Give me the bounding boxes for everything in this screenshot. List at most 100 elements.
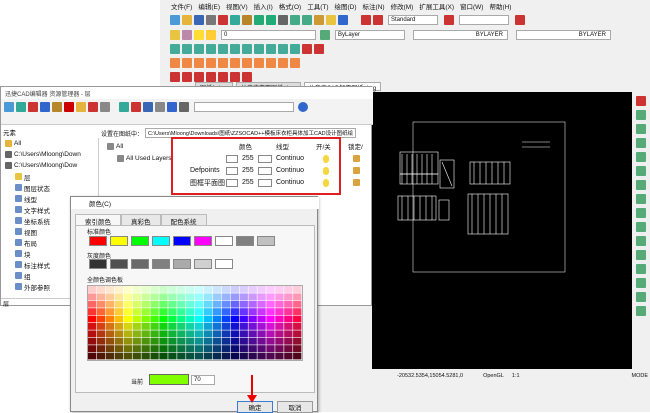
palette-cell[interactable]: [266, 286, 274, 293]
palette-cell[interactable]: [240, 301, 248, 308]
palette-cell[interactable]: [159, 316, 167, 323]
circle-icon[interactable]: [218, 44, 228, 54]
delete-icon[interactable]: [64, 102, 74, 112]
gray-color-swatch[interactable]: [215, 259, 233, 269]
palette-cell[interactable]: [115, 323, 123, 330]
palette-cell[interactable]: [266, 316, 274, 323]
palette-cell[interactable]: [266, 353, 274, 360]
palette-cell[interactable]: [97, 323, 105, 330]
arc-icon[interactable]: [230, 44, 240, 54]
palette-cell[interactable]: [142, 330, 150, 337]
dim-linear-icon[interactable]: [302, 44, 312, 54]
gray-color-swatch[interactable]: [89, 259, 107, 269]
table-icon-2[interactable]: [290, 44, 300, 54]
palette-cell[interactable]: [266, 301, 274, 308]
layer-icon[interactable]: [326, 15, 336, 25]
full-palette[interactable]: [87, 285, 303, 361]
palette-cell[interactable]: [177, 316, 185, 323]
palette-cell[interactable]: [115, 293, 123, 300]
palette-cell[interactable]: [249, 301, 257, 308]
palette-cell[interactable]: [97, 286, 105, 293]
palette-cell[interactable]: [275, 345, 283, 352]
palette-cell[interactable]: [257, 301, 265, 308]
palette-cell[interactable]: [150, 286, 158, 293]
palette-cell[interactable]: [240, 316, 248, 323]
menu-item-10[interactable]: 窗口(W): [460, 1, 483, 11]
palette-cell[interactable]: [186, 293, 194, 300]
palette-cell[interactable]: [293, 330, 301, 337]
palette-cell[interactable]: [142, 353, 150, 360]
polyline-icon[interactable]: [194, 44, 204, 54]
menu-item-8[interactable]: 修改(M): [391, 1, 414, 11]
palette-cell[interactable]: [159, 286, 167, 293]
palette-cell[interactable]: [275, 301, 283, 308]
palette-cell[interactable]: [249, 330, 257, 337]
palette-cell[interactable]: [249, 308, 257, 315]
undo-icon[interactable]: [254, 15, 264, 25]
standard-color-swatch[interactable]: [236, 236, 254, 246]
palette-cell[interactable]: [293, 353, 301, 360]
palette-cell[interactable]: [195, 308, 203, 315]
point-icon[interactable]: [170, 44, 180, 54]
menu-item-0[interactable]: 文件(F): [171, 1, 192, 11]
palette-cell[interactable]: [266, 330, 274, 337]
palette-cell[interactable]: [159, 301, 167, 308]
gray-color-swatch[interactable]: [173, 259, 191, 269]
palette-cell[interactable]: [168, 316, 176, 323]
palette-cell[interactable]: [106, 338, 114, 345]
palette-cell[interactable]: [159, 293, 167, 300]
color-tab[interactable]: 配色系统: [161, 214, 207, 225]
palette-cell[interactable]: [115, 316, 123, 323]
palette-cell[interactable]: [124, 353, 132, 360]
hatch-icon[interactable]: [266, 44, 276, 54]
palette-cell[interactable]: [168, 345, 176, 352]
palette-cell[interactable]: [195, 316, 203, 323]
palette-cell[interactable]: [213, 308, 221, 315]
palette-cell[interactable]: [195, 323, 203, 330]
palette-cell[interactable]: [177, 301, 185, 308]
tree-node[interactable]: All: [1, 138, 98, 149]
palette-cell[interactable]: [150, 293, 158, 300]
make-current-icon[interactable]: [320, 30, 330, 40]
redo-icon[interactable]: [266, 15, 276, 25]
palette-cell[interactable]: [257, 323, 265, 330]
palette-cell[interactable]: [159, 330, 167, 337]
palette-cell[interactable]: [275, 286, 283, 293]
lock-icon[interactable]: [353, 167, 360, 174]
palette-cell[interactable]: [266, 323, 274, 330]
menu-item-3[interactable]: 插入(I): [254, 1, 273, 11]
menu-item-2[interactable]: 视图(V): [226, 1, 248, 11]
zoom-icon[interactable]: [290, 15, 300, 25]
menu-item-1[interactable]: 编辑(E): [198, 1, 220, 11]
palette-cell[interactable]: [249, 353, 257, 360]
lwt-icon[interactable]: [242, 72, 252, 82]
palette-cell[interactable]: [195, 345, 203, 352]
palette-cell[interactable]: [186, 338, 194, 345]
palette-cell[interactable]: [257, 293, 265, 300]
search-icon[interactable]: [179, 102, 189, 112]
gray-color-swatch[interactable]: [194, 259, 212, 269]
palette-cell[interactable]: [204, 301, 212, 308]
palette-cell[interactable]: [177, 330, 185, 337]
standard-color-swatch[interactable]: [131, 236, 149, 246]
open-icon[interactable]: [76, 102, 86, 112]
palette-cell[interactable]: [213, 286, 221, 293]
palette-cell[interactable]: [293, 301, 301, 308]
palette-cell[interactable]: [213, 323, 221, 330]
gray-color-swatch[interactable]: [152, 259, 170, 269]
palette-cell[interactable]: [106, 330, 114, 337]
refresh-icon[interactable]: [88, 102, 98, 112]
mirror-icon[interactable]: [206, 58, 216, 68]
dim-style-select[interactable]: [459, 15, 509, 25]
palette-cell[interactable]: [133, 353, 141, 360]
palette-cell[interactable]: [159, 345, 167, 352]
dim-aligned-icon[interactable]: [314, 44, 324, 54]
palette-cell[interactable]: [249, 316, 257, 323]
palette-cell[interactable]: [195, 330, 203, 337]
palette-cell[interactable]: [88, 323, 96, 330]
properties-icon[interactable]: [314, 15, 324, 25]
help-icon[interactable]: [298, 102, 308, 112]
paste-icon[interactable]: [242, 15, 252, 25]
fillet-icon[interactable]: [266, 58, 276, 68]
palette-cell[interactable]: [204, 293, 212, 300]
